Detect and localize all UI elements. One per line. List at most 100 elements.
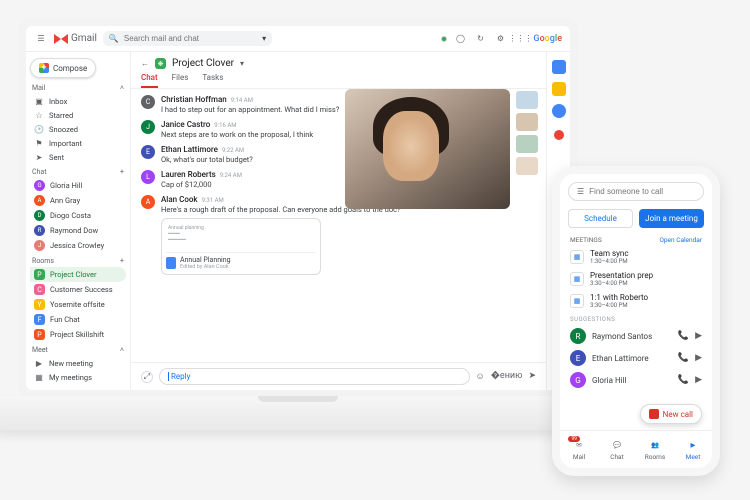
keep-addon-icon[interactable] <box>552 82 566 96</box>
meeting-item[interactable]: ▦1:1 with Roberto3:30–4:00 PM <box>560 290 712 312</box>
nav-label: Important <box>49 139 82 148</box>
video-call-tile[interactable] <box>345 89 510 209</box>
emoji-icon[interactable]: ☺ <box>476 371 485 382</box>
attachment-title: Annual Planning <box>180 256 231 264</box>
chat-contact[interactable]: AAnn Gray <box>30 193 126 208</box>
contact-name: Gloria Hill <box>592 376 672 385</box>
chat-contact[interactable]: RRaymond Dow <box>30 223 126 238</box>
tab-chat[interactable]: Chat <box>141 73 158 88</box>
participant-thumbnail[interactable] <box>516 157 538 175</box>
video-icon[interactable]: ▶ <box>695 375 702 385</box>
room-item[interactable]: FFun Chat <box>30 312 126 327</box>
open-calendar-link[interactable]: Open Calendar <box>659 236 702 244</box>
meeting-item[interactable]: ▦Presentation prep3:30–4:00 PM <box>560 268 712 290</box>
reply-input[interactable]: Reply <box>159 368 470 385</box>
expand-composer-icon[interactable]: ⤢ <box>141 371 153 383</box>
room-name: Customer Success <box>50 285 113 294</box>
message-composer: ⤢ Reply ☺ �ению ➤ <box>131 362 546 390</box>
header-action-icons: ◯ ↻ ⚙ ⋮⋮⋮ Google <box>441 32 562 46</box>
phone-icon[interactable]: 📞 <box>678 375 689 385</box>
phone-search-bar[interactable]: ☰ <box>568 182 704 201</box>
suggested-contact[interactable]: GGloria Hill📞▶ <box>560 369 712 391</box>
message-time: 9:16 AM <box>214 122 236 129</box>
attachment-preview: Annual planning━━━━━━━━━━ <box>166 223 316 253</box>
tab-tasks[interactable]: Tasks <box>202 73 223 88</box>
apps-grid-icon[interactable]: ⋮⋮⋮ <box>513 32 527 46</box>
nav-item-sent[interactable]: ➤Sent <box>30 150 126 164</box>
chat-contact[interactable]: GGloria Hill <box>30 178 126 193</box>
phone-search-input[interactable] <box>589 187 699 196</box>
room-item[interactable]: YYosemite offsite <box>30 297 126 312</box>
chevron-icon[interactable]: ˄ <box>120 346 124 354</box>
google-logo[interactable]: Google <box>533 34 562 44</box>
chevron-down-icon[interactable]: ▾ <box>240 59 244 68</box>
room-item[interactable]: C Customer Success <box>30 282 126 297</box>
add-room-icon[interactable]: + <box>120 257 124 265</box>
calendar-icon: ▦ <box>570 294 584 308</box>
new-call-fab[interactable]: New call <box>640 404 702 424</box>
nav-item-important[interactable]: ⚑Important <box>30 136 126 150</box>
meeting-item[interactable]: ▦Team sync1:30–4:00 PM <box>560 246 712 268</box>
nav-item-starred[interactable]: ☆Starred <box>30 108 126 122</box>
nav-label: Starred <box>49 111 73 120</box>
search-bar[interactable]: 🔍 ▾ <box>103 31 272 46</box>
chevron-down-icon[interactable]: ▾ <box>262 34 266 43</box>
phone-icon[interactable]: 📞 <box>678 353 689 363</box>
send-icon[interactable]: ➤ <box>528 371 536 382</box>
suggested-contact[interactable]: EEthan Lattimore📞▶ <box>560 347 712 369</box>
room-title: Project Clover <box>172 58 234 69</box>
main-panel: ← ❋ Project Clover ▾ Chat Files Tasks C … <box>130 52 546 390</box>
video-icon[interactable]: ▶ <box>695 353 702 363</box>
back-arrow-icon[interactable]: ← <box>141 59 149 68</box>
hamburger-menu-icon[interactable]: ☰ <box>34 32 48 46</box>
search-input[interactable] <box>124 34 257 43</box>
suggested-contact[interactable]: RRaymond Santos📞▶ <box>560 325 712 347</box>
add-chat-icon[interactable]: + <box>120 168 124 176</box>
participant-thumbnail[interactable] <box>516 91 538 109</box>
room-icon: Y <box>34 299 45 310</box>
schedule-button[interactable]: Schedule <box>568 209 633 228</box>
nav-meet[interactable]: ▶Meet <box>674 431 712 468</box>
calendar-addon-icon[interactable] <box>552 60 566 74</box>
addon-icon[interactable] <box>554 130 564 140</box>
room-item[interactable]: PProject Clover <box>30 267 126 282</box>
phone-icon[interactable]: 📞 <box>678 331 689 341</box>
nav-item-inbox[interactable]: ▣Inbox <box>30 94 126 108</box>
history-icon[interactable]: ↻ <box>473 32 487 46</box>
calendar-icon: ▦ <box>570 250 584 264</box>
chat-contact[interactable]: DDiogo Costa <box>30 208 126 223</box>
settings-gear-icon[interactable]: ⚙ <box>493 32 507 46</box>
nav-mail[interactable]: ✉99Mail <box>560 431 598 468</box>
tasks-addon-icon[interactable] <box>552 104 566 118</box>
avatar-icon: R <box>34 225 45 236</box>
clock-icon: 🕑 <box>34 124 44 134</box>
join-meeting-button[interactable]: Join a meeting <box>639 209 704 228</box>
attach-icon[interactable]: �ению <box>491 371 523 382</box>
participant-thumbnail[interactable] <box>516 113 538 131</box>
meet-item[interactable]: ▶New meeting <box>30 356 126 370</box>
hamburger-menu-icon[interactable]: ☰ <box>577 187 584 196</box>
active-status-icon[interactable] <box>441 36 447 42</box>
chevron-icon[interactable]: ˄ <box>120 84 124 92</box>
participant-thumbnail[interactable] <box>516 135 538 153</box>
laptop-screen: ☰ Gmail 🔍 ▾ ◯ ↻ ⚙ ⋮⋮⋮ Google <box>18 18 578 398</box>
room-icon: C <box>34 284 45 295</box>
nav-chat[interactable]: 💬Chat <box>598 431 636 468</box>
room-item[interactable]: PProject Skillshift <box>30 327 126 342</box>
tab-files[interactable]: Files <box>172 73 189 88</box>
video-icon[interactable]: ▶ <box>695 331 702 341</box>
nav-rooms[interactable]: 👥Rooms <box>636 431 674 468</box>
chat-contact[interactable]: JJessica Crowley <box>30 238 126 253</box>
compose-button[interactable]: Compose <box>30 58 96 78</box>
meeting-title: 1:1 with Roberto <box>590 293 648 302</box>
nav-item-snoozed[interactable]: 🕑Snoozed <box>30 122 126 136</box>
room-icon: P <box>34 329 45 340</box>
avatar-icon: A <box>34 195 45 206</box>
meeting-title: Team sync <box>590 249 629 258</box>
gmail-logo[interactable]: Gmail <box>54 33 97 44</box>
chat-section-header: Chat + <box>32 168 124 176</box>
meet-item[interactable]: ▦My meetings <box>30 370 126 384</box>
support-icon[interactable]: ◯ <box>453 32 467 46</box>
doc-attachment[interactable]: Annual planning━━━━━━━━━━ Annual Plannin… <box>161 218 321 275</box>
video-icon: ▶ <box>34 358 44 368</box>
